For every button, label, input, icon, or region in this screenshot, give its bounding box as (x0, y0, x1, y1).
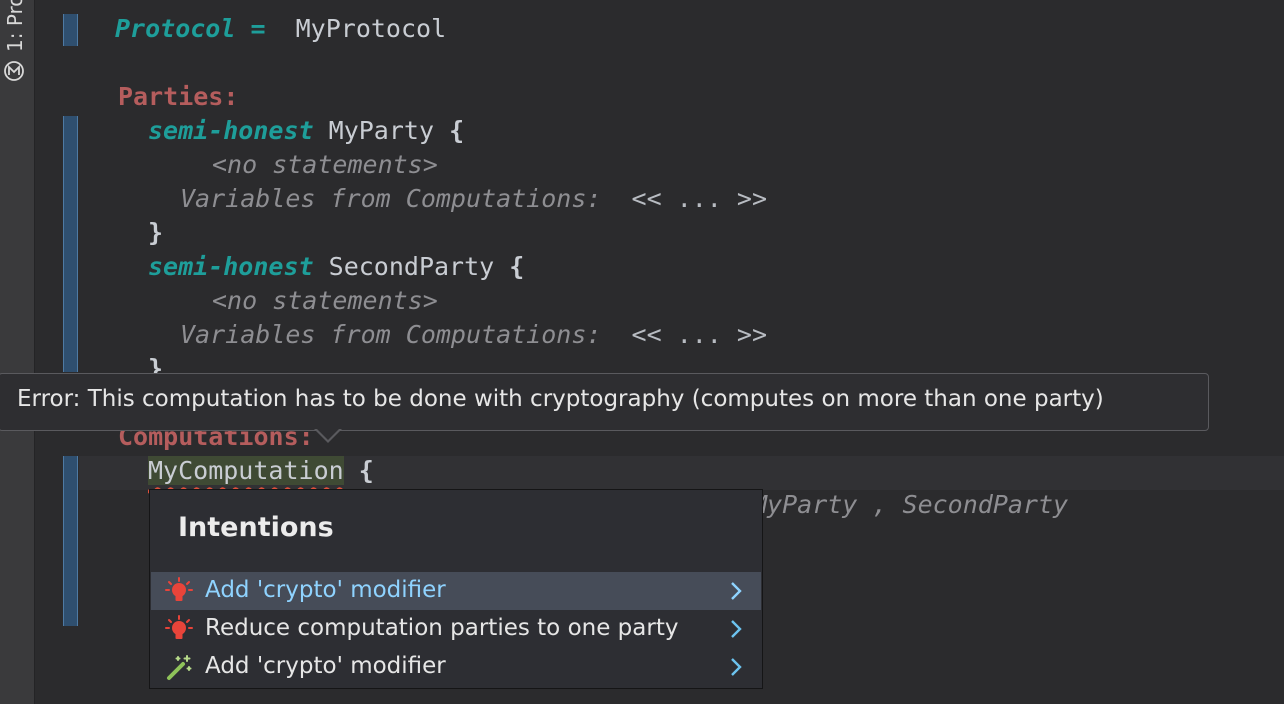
party2-header-line: semi-honest SecondParty { (148, 252, 524, 281)
intention-label: Add 'crypto' modifier (205, 577, 446, 603)
mps-logo-icon (4, 61, 24, 81)
party1-modifier[interactable]: semi-honest (148, 116, 314, 145)
party2-variables-value[interactable]: << ... >> (632, 320, 767, 349)
party1-variables-value[interactable]: << ... >> (632, 184, 767, 213)
protocol-name[interactable]: MyProtocol (296, 14, 447, 43)
protocol-keyword: Protocol = (115, 14, 266, 43)
fold-marker[interactable] (63, 116, 78, 372)
party2-open-brace: { (509, 252, 525, 281)
fold-marker[interactable] (63, 456, 78, 626)
party2-modifier[interactable]: semi-honest (148, 252, 314, 281)
tool-window-strip: 1: Proj (0, 0, 35, 704)
party1-close-line: } (148, 218, 163, 247)
project-tool-window-tab[interactable]: 1: Proj (3, 0, 27, 52)
magic-wand-icon (167, 655, 192, 680)
chevron-right-icon[interactable] (725, 578, 747, 604)
computation-parties[interactable]: MyParty , SecondParty (752, 490, 1068, 519)
error-tooltip-text: Error: This computation has to be done w… (17, 386, 1104, 412)
party2-placeholder-line: <no statements> (212, 286, 438, 315)
chevron-right-icon[interactable] (725, 616, 747, 642)
party1-open-brace: { (449, 116, 465, 145)
computation-name[interactable]: MyComputation (148, 456, 344, 485)
intention-label: Reduce computation parties to one party (205, 615, 679, 641)
intention-add-crypto-modifier-alt[interactable]: Add 'crypto' modifier (151, 648, 761, 686)
party1-variables-label: Variables from Computations: (180, 184, 602, 213)
party2-name[interactable]: SecondParty (329, 252, 495, 281)
party1-variables-line: Variables from Computations: << ... >> (180, 184, 767, 213)
computation-parties-line: MyParty , SecondParty (752, 490, 1068, 519)
party1-name[interactable]: MyParty (329, 116, 434, 145)
party2-placeholder[interactable]: <no statements> (212, 286, 438, 315)
lightbulb-error-icon (165, 577, 193, 601)
chevron-right-icon[interactable] (725, 654, 747, 680)
protocol-line: Protocol = MyProtocol (115, 14, 446, 43)
fold-marker[interactable] (63, 14, 78, 46)
party1-close-brace: } (148, 218, 164, 247)
tooltip-pointer-fill (316, 428, 340, 440)
parties-header-line: Parties: (118, 82, 238, 111)
intention-reduce-parties[interactable]: Reduce computation parties to one party (151, 610, 761, 648)
party1-placeholder-line: <no statements> (212, 150, 438, 179)
intentions-popup: Intentions Add 'crypto' modifier Reduce … (149, 489, 763, 689)
parties-header: Parties: (118, 82, 239, 111)
intention-label: Add 'crypto' modifier (205, 653, 446, 679)
party1-placeholder[interactable]: <no statements> (212, 150, 438, 179)
intention-add-crypto-modifier[interactable]: Add 'crypto' modifier (151, 572, 761, 610)
computation-open-brace: { (358, 456, 374, 485)
party1-header-line: semi-honest MyParty { (148, 116, 464, 145)
computation-header-line: MyComputation { (148, 456, 374, 485)
party2-variables-line: Variables from Computations: << ... >> (180, 320, 767, 349)
intentions-title: Intentions (178, 512, 334, 543)
error-tooltip: Error: This computation has to be done w… (0, 373, 1209, 431)
party2-variables-label: Variables from Computations: (180, 320, 602, 349)
lightbulb-error-icon (165, 615, 193, 639)
